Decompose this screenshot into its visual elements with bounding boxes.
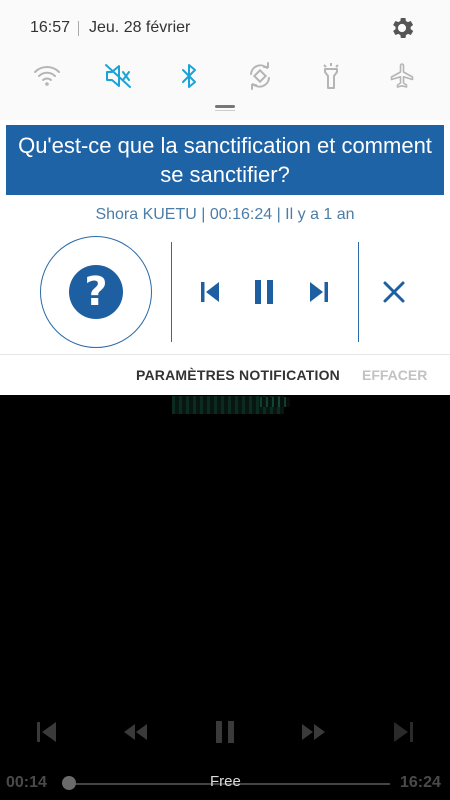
- clock: 16:57: [30, 19, 71, 36]
- quality-label: Free: [210, 773, 241, 790]
- notification-footer: PARAMÈTRES NOTIFICATION EFFACER: [0, 354, 450, 395]
- episode-title: Qu'est-ce que la sanctification et comme…: [6, 125, 444, 195]
- album-art[interactable]: ?: [40, 236, 152, 348]
- episode-meta: Shora KUETU | 00:16:24 | Il y a 1 an: [95, 206, 355, 223]
- notification-settings-button[interactable]: PARAMÈTRES NOTIFICATION: [136, 367, 340, 383]
- seekbar-row: 00:14 Free 16:24: [0, 770, 450, 800]
- seek-thumb[interactable]: [62, 776, 76, 790]
- pause-icon[interactable]: [205, 715, 245, 749]
- total-time: 16:24: [400, 774, 441, 791]
- airplane-mode-icon[interactable]: [382, 56, 422, 96]
- status-row: 16:57 Jeu. 28 février: [0, 10, 450, 46]
- skip-previous-icon[interactable]: [27, 715, 67, 749]
- video-frame-artifact: [260, 397, 290, 407]
- player-controls: [0, 712, 450, 752]
- clear-button[interactable]: EFFACER: [362, 367, 427, 383]
- bluetooth-icon[interactable]: [169, 56, 209, 96]
- flashlight-icon[interactable]: [311, 56, 351, 96]
- pause-icon[interactable]: [246, 275, 282, 309]
- status-separator: [78, 21, 79, 36]
- sound-mute-icon[interactable]: [98, 56, 138, 96]
- rewind-icon[interactable]: [115, 715, 155, 749]
- question-mark-icon: ?: [69, 265, 123, 319]
- media-notification-card[interactable]: Qu'est-ce que la sanctification et comme…: [0, 120, 450, 395]
- auto-rotate-icon[interactable]: [240, 56, 280, 96]
- wifi-icon[interactable]: [27, 56, 67, 96]
- next-icon[interactable]: [301, 275, 337, 309]
- close-icon[interactable]: [376, 275, 412, 309]
- date: Jeu. 28 février: [89, 19, 191, 36]
- skip-next-icon[interactable]: [383, 715, 423, 749]
- controls-divider-left: [171, 242, 172, 342]
- gear-icon[interactable]: [388, 14, 416, 42]
- previous-icon[interactable]: [192, 275, 228, 309]
- shade-divider: [215, 110, 235, 111]
- notification-shade: 16:57 Jeu. 28 février: [0, 0, 450, 120]
- fast-forward-icon[interactable]: [294, 715, 334, 749]
- quick-settings-row: [0, 56, 450, 96]
- controls-divider-right: [358, 242, 359, 342]
- current-time: 00:14: [6, 774, 47, 791]
- shade-drag-handle[interactable]: [215, 105, 235, 108]
